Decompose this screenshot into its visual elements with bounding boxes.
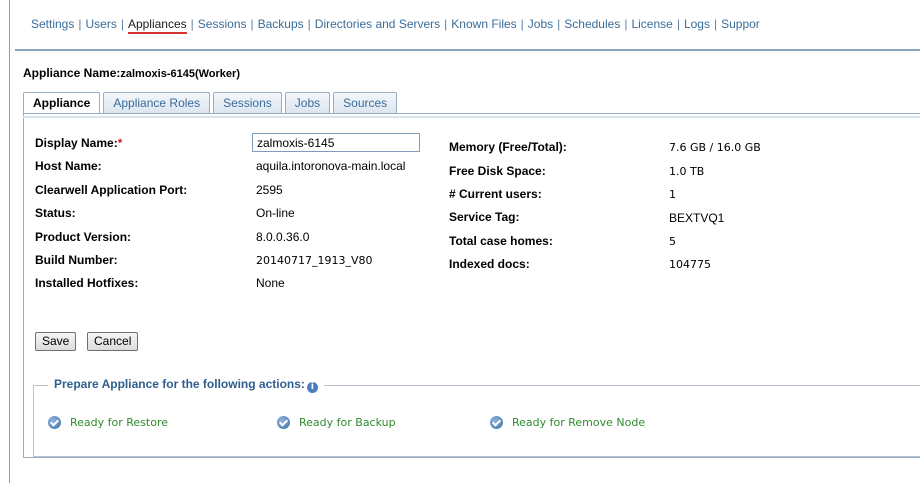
tab-jobs[interactable]: Jobs <box>284 92 331 113</box>
ready-for-restore-label: Ready for Restore <box>70 416 169 429</box>
cancel-button[interactable]: Cancel <box>87 332 139 351</box>
total-case-homes-label: Total case homes: <box>449 234 553 248</box>
total-case-homes-value: 5 <box>669 235 676 248</box>
product-version-value: 8.0.0.36.0 <box>256 230 310 244</box>
free-disk-space-label: Free Disk Space: <box>449 164 546 178</box>
tab-appliance-roles[interactable]: Appliance Roles <box>103 92 211 113</box>
display-name-label: Display Name:* <box>35 136 123 150</box>
nav-known-files[interactable]: Known Files <box>451 17 516 31</box>
info-icon[interactable]: i <box>306 382 318 393</box>
status-value: On-line <box>256 206 295 220</box>
nav-backups[interactable]: Backups <box>258 17 304 31</box>
prepare-appliance-legend: Prepare Appliance for the following acti… <box>48 377 324 393</box>
nav-divider <box>15 49 920 51</box>
installed-hotfixes-label: Installed Hotfixes: <box>35 276 139 290</box>
nav-license[interactable]: License <box>631 17 672 31</box>
memory-value: 7.6 GB / 16.0 GB <box>669 141 761 154</box>
service-tag-label: Service Tag: <box>449 210 520 224</box>
tab-content-top-band <box>23 116 920 118</box>
ready-for-backup-label: Ready for Backup <box>299 416 396 429</box>
memory-label: Memory (Free/Total): <box>449 140 567 154</box>
required-marker: * <box>117 136 123 150</box>
ready-for-remove-node-label: Ready for Remove Node <box>512 416 646 429</box>
host-name-label: Host Name: <box>35 159 102 173</box>
check-circle-icon <box>277 416 290 429</box>
check-circle-icon <box>490 416 503 429</box>
nav-separator: | <box>250 17 254 31</box>
nav-separator: | <box>676 17 680 31</box>
nav-separator: | <box>713 17 718 31</box>
nav-separator: | <box>520 17 524 31</box>
nav-sessions[interactable]: Sessions <box>198 17 247 31</box>
ready-for-backup[interactable]: Ready for Backup <box>277 416 396 429</box>
tab-sessions[interactable]: Sessions <box>213 92 282 113</box>
nav-support[interactable]: Suppor <box>721 17 760 31</box>
display-name-input[interactable] <box>252 133 420 152</box>
indexed-docs-value: 104775 <box>669 258 711 271</box>
tab-sources[interactable]: Sources <box>333 92 398 113</box>
nav-separator: | <box>624 17 628 31</box>
nav-schedules[interactable]: Schedules <box>564 17 620 31</box>
nav-logs[interactable]: Logs <box>684 17 710 31</box>
installed-hotfixes-value: None <box>256 276 285 290</box>
save-button[interactable]: Save <box>35 332 77 351</box>
nav-separator: | <box>307 17 311 31</box>
application-port-value: 2595 <box>256 183 283 197</box>
host-name-value: aquila.intoronova-main.local <box>256 159 406 173</box>
nav-separator: | <box>120 17 124 31</box>
appliance-name-value: zalmoxis-6145(Worker) <box>120 68 240 80</box>
tab-appliance[interactable]: Appliance <box>23 92 101 114</box>
status-label: Status: <box>35 206 76 220</box>
build-number-value: 20140717_1913_V80 <box>256 254 373 267</box>
ready-for-restore[interactable]: Ready for Restore <box>48 416 168 429</box>
nav-separator: | <box>190 17 194 31</box>
tab-bar: Appliance Appliance Roles Sessions Jobs … <box>23 92 400 114</box>
product-version-label: Product Version: <box>35 230 132 244</box>
page-frame-border <box>9 0 10 483</box>
check-circle-icon <box>48 416 61 429</box>
application-port-label: Clearwell Application Port: <box>35 183 188 197</box>
service-tag-value: BEXTVQ1 <box>669 211 725 225</box>
nav-separator: | <box>557 17 561 31</box>
nav-appliances[interactable]: Appliances <box>127 17 187 34</box>
nav-jobs[interactable]: Jobs <box>528 17 553 31</box>
free-disk-space-value: 1.0 TB <box>669 165 705 178</box>
current-users-label: # Current users: <box>449 187 542 201</box>
appliance-name-heading: Appliance Name:zalmoxis-6145(Worker) <box>23 66 240 80</box>
build-number-label: Build Number: <box>35 253 118 267</box>
nav-directories-and-servers[interactable]: Directories and Servers <box>315 17 440 31</box>
nav-users[interactable]: Users <box>85 17 116 31</box>
nav-settings[interactable]: Settings <box>31 17 74 31</box>
nav-separator: | <box>78 17 82 31</box>
nav-separator: | <box>444 17 448 31</box>
indexed-docs-label: Indexed docs: <box>449 257 530 271</box>
current-users-value: 1 <box>669 188 676 201</box>
appliance-name-label: Appliance Name: <box>23 66 121 80</box>
ready-for-remove-node[interactable]: Ready for Remove Node <box>490 416 645 429</box>
top-navigation: Settings | Users | Appliances | Sessions | Backu… <box>31 17 760 34</box>
